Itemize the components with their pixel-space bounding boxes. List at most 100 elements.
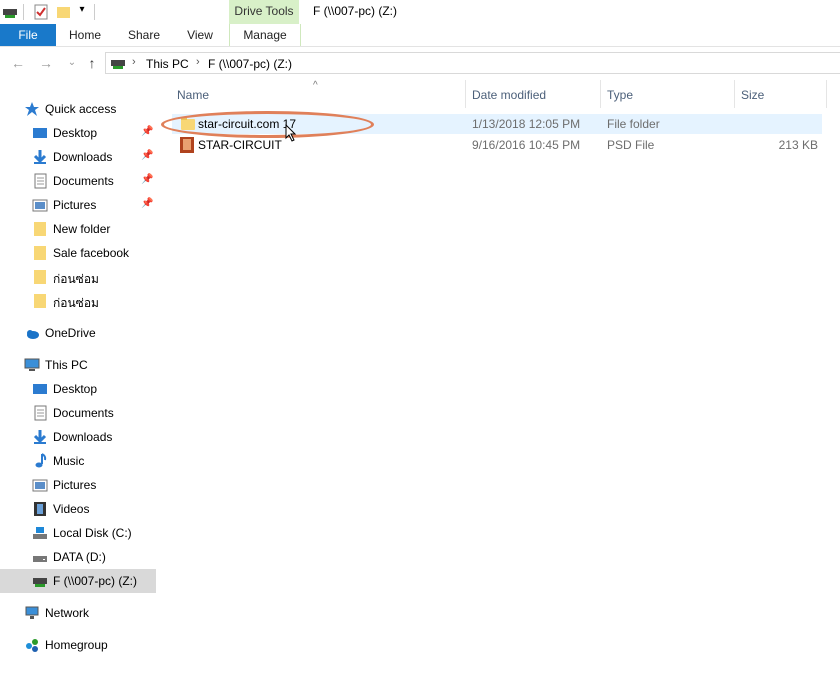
tab-share[interactable]: Share xyxy=(116,24,172,46)
network-drive-icon xyxy=(32,573,48,589)
documents-icon xyxy=(32,173,48,189)
tab-view[interactable]: View xyxy=(176,24,224,46)
sidebar-item-label: F (\\007-pc) (Z:) xyxy=(53,574,138,588)
sidebar-item-label: Desktop xyxy=(53,126,98,140)
sidebar-item-label: ก่อนซ่อม xyxy=(53,296,99,310)
new-folder-icon[interactable] xyxy=(56,4,72,20)
computer-icon xyxy=(24,357,40,373)
sidebar-item-label: Local Disk (C:) xyxy=(53,526,132,540)
breadcrumb-current-drive[interactable]: F (\\007-pc) (Z:) xyxy=(208,57,292,71)
downloads-icon xyxy=(32,149,48,165)
psd-file-icon xyxy=(180,137,194,153)
sidebar-item-onedrive[interactable]: OneDrive xyxy=(0,321,156,345)
sidebar-item-sale-facebook[interactable]: Sale facebook xyxy=(0,241,156,265)
sidebar-item-pictures[interactable]: Pictures 📌 xyxy=(0,193,156,217)
sidebar-item-pc-pictures[interactable]: Pictures xyxy=(0,473,156,497)
file-name: STAR-CIRCUIT xyxy=(198,138,282,152)
pictures-icon xyxy=(32,477,48,493)
file-type: PSD File xyxy=(607,138,655,152)
sidebar-item-label: DATA (D:) xyxy=(53,550,106,564)
column-header-type[interactable]: Type xyxy=(607,88,633,102)
sidebar-item-label: OneDrive xyxy=(45,326,96,340)
navigation-bar: ← → ⌄ ↑ › This PC › F (\\007-pc) (Z:) xyxy=(0,47,840,79)
sidebar-item-label: Documents xyxy=(53,406,114,420)
pin-icon[interactable]: 📌 xyxy=(141,126,153,138)
sidebar-item-thai-folder-2[interactable]: ก่อนซ่อม xyxy=(0,289,156,313)
sidebar-item-label: Videos xyxy=(53,502,90,516)
sidebar-item-label: Downloads xyxy=(53,430,113,444)
sidebar-item-label: Desktop xyxy=(53,382,98,396)
mouse-cursor-icon xyxy=(285,123,297,142)
file-date: 9/16/2016 10:45 PM xyxy=(472,138,581,152)
documents-icon xyxy=(32,405,48,421)
music-note-icon xyxy=(32,453,48,469)
file-type: File folder xyxy=(607,117,660,131)
tab-home[interactable]: Home xyxy=(58,24,112,46)
sidebar-item-label: Quick access xyxy=(45,102,117,116)
homegroup-icon xyxy=(24,637,40,653)
column-header-size[interactable]: Size xyxy=(741,88,764,102)
breadcrumb-chevron-icon[interactable]: › xyxy=(132,56,136,68)
tab-file[interactable]: File xyxy=(0,24,56,46)
back-arrow-icon[interactable]: ← xyxy=(10,55,26,71)
sidebar-item-new-folder[interactable]: New folder xyxy=(0,217,156,241)
folder-icon xyxy=(32,269,48,285)
column-header-date-modified[interactable]: Date modified xyxy=(472,88,546,102)
column-header-name[interactable]: Name xyxy=(177,88,209,102)
window-title: F (\\007-pc) (Z:) xyxy=(313,4,398,18)
downloads-icon xyxy=(32,429,48,445)
pin-icon[interactable]: 📌 xyxy=(141,174,153,186)
sidebar-item-local-disk-c[interactable]: Local Disk (C:) xyxy=(0,521,156,545)
up-arrow-icon[interactable]: ↑ xyxy=(84,55,100,71)
folder-icon xyxy=(32,293,48,309)
sidebar-item-homegroup[interactable]: Homegroup xyxy=(0,633,156,657)
sidebar-item-label: ก่อนซ่อม xyxy=(53,272,99,286)
breadcrumb-this-pc[interactable]: This PC xyxy=(146,57,189,71)
sidebar-item-network-drive-z[interactable]: F (\\007-pc) (Z:) xyxy=(0,569,156,593)
sidebar-item-quick-access[interactable]: Quick access xyxy=(0,97,156,121)
pin-icon[interactable]: 📌 xyxy=(141,150,153,162)
desktop-icon xyxy=(32,381,48,397)
pictures-icon xyxy=(32,197,48,213)
file-date: 1/13/2018 12:05 PM xyxy=(472,117,581,131)
drive-icon[interactable] xyxy=(2,4,18,20)
address-bar[interactable]: › This PC › F (\\007-pc) (Z:) xyxy=(105,52,840,74)
sidebar-item-label: Downloads xyxy=(53,150,113,164)
tab-manage[interactable]: Manage xyxy=(229,24,301,46)
properties-icon[interactable] xyxy=(33,4,49,20)
sidebar-item-label: Sale facebook xyxy=(53,246,130,260)
sidebar-item-label: Music xyxy=(53,454,85,468)
highlight-ellipse xyxy=(161,111,374,138)
sidebar-item-music[interactable]: Music xyxy=(0,449,156,473)
sidebar-item-videos[interactable]: Videos xyxy=(0,497,156,521)
sidebar-item-label: New folder xyxy=(53,222,111,236)
recent-locations-chevron-icon[interactable]: ⌄ xyxy=(64,55,80,71)
sidebar-item-desktop[interactable]: Desktop 📌 xyxy=(0,121,156,145)
sidebar-item-label: Documents xyxy=(53,174,114,188)
forward-arrow-icon[interactable]: → xyxy=(38,55,54,71)
folder-icon xyxy=(32,221,48,237)
sidebar-item-label: Network xyxy=(45,606,90,620)
sidebar-item-this-pc[interactable]: This PC xyxy=(0,353,156,377)
star-icon xyxy=(24,101,40,117)
desktop-icon xyxy=(32,125,48,141)
pin-icon[interactable]: 📌 xyxy=(141,198,153,210)
network-icon xyxy=(24,605,40,621)
sidebar-item-pc-downloads[interactable]: Downloads xyxy=(0,425,156,449)
navigation-pane: Quick access Desktop 📌 Downloads 📌 Docum… xyxy=(0,96,158,691)
customize-toolbar-icon[interactable]: ▾ xyxy=(74,4,90,20)
sidebar-item-downloads[interactable]: Downloads 📌 xyxy=(0,145,156,169)
sidebar-item-label: Homegroup xyxy=(45,638,108,652)
file-row[interactable]: STAR-CIRCUIT 9/16/2016 10:45 PM PSD File… xyxy=(172,135,822,155)
sidebar-item-pc-desktop[interactable]: Desktop xyxy=(0,377,156,401)
sidebar-item-pc-documents[interactable]: Documents xyxy=(0,401,156,425)
sidebar-item-network[interactable]: Network xyxy=(0,601,156,625)
film-strip-icon xyxy=(32,501,48,517)
breadcrumb-chevron-icon[interactable]: › xyxy=(196,56,200,68)
windows-drive-icon xyxy=(32,525,48,541)
sidebar-item-thai-folder-1[interactable]: ก่อนซ่อม xyxy=(0,265,156,289)
sort-caret-icon: ^ xyxy=(313,80,318,91)
sidebar-item-data-d[interactable]: DATA (D:) xyxy=(0,545,156,569)
sidebar-item-documents[interactable]: Documents 📌 xyxy=(0,169,156,193)
title-bar: ▾ Drive Tools F (\\007-pc) (Z:) xyxy=(0,0,840,24)
